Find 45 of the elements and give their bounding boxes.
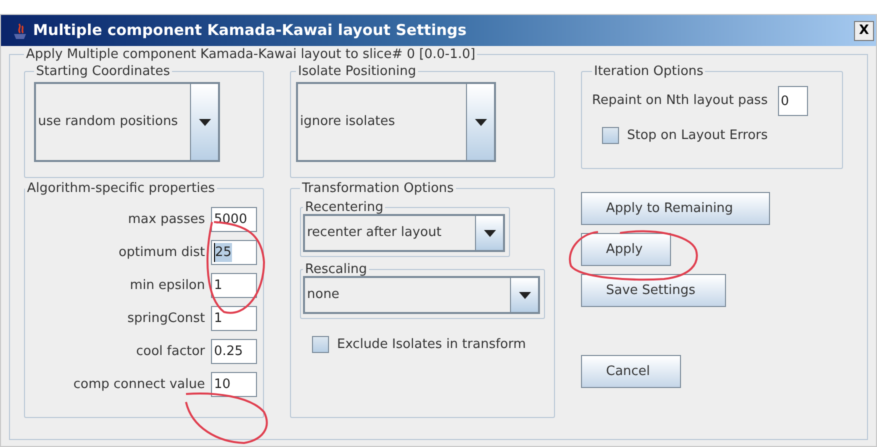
dropdown-arrow-icon (518, 292, 530, 298)
isolate-positioning-dropdown[interactable]: ignore isolates (296, 82, 496, 162)
field-value: 25 (214, 242, 232, 262)
starting-coordinates-dropdown[interactable]: use random positions (34, 82, 220, 162)
dialog-button[interactable]: Cancel (581, 355, 681, 388)
recentering-dropdown[interactable]: recenter after layout (303, 214, 505, 252)
field-label: max passes (128, 210, 205, 229)
field-label: min epsilon (130, 276, 205, 295)
checkbox[interactable] (602, 127, 619, 144)
group-title: Transformation Options (301, 182, 455, 195)
field-label: comp connect value (73, 376, 205, 394)
dropdown-arrow-icon (474, 118, 486, 126)
field-value: 1 (214, 310, 222, 328)
window-title: Multiple component Kamada-Kawai layout Settings (33, 20, 468, 42)
app-icon (11, 22, 29, 40)
dropdown-arrow-icon (198, 118, 210, 126)
rescaling-dropdown[interactable]: none (303, 276, 540, 314)
text-field[interactable]: 0.25 (211, 339, 257, 364)
text-field[interactable]: 10 (211, 372, 257, 397)
field-value: 0.25 (214, 342, 243, 361)
close-button[interactable]: X (854, 20, 874, 40)
field-label: cool factor (136, 342, 205, 361)
field-label: optimum dist (118, 244, 205, 262)
field-label: springConst (127, 310, 205, 328)
group-title: Recentering (304, 201, 384, 214)
dialog-button[interactable]: Apply to Remaining (581, 192, 770, 225)
dialog-button[interactable]: Apply (581, 233, 671, 266)
text-field[interactable]: 1 (211, 273, 257, 298)
checkbox-label: Exclude Isolates in transform (337, 336, 526, 354)
group-title: Algorithm-specific properties (26, 182, 216, 195)
text-field[interactable]: 25 (211, 240, 257, 265)
group-title: Rescaling (304, 263, 368, 276)
checkbox[interactable] (312, 336, 329, 354)
group-title: Iteration Options (593, 65, 704, 78)
group-title: Starting Coordinates (35, 65, 172, 78)
field-value: 1 (214, 276, 222, 295)
text-field[interactable]: 1 (211, 306, 257, 331)
dropdown-arrow-icon (484, 230, 496, 236)
checkbox-label: Stop on Layout Errors (627, 127, 768, 145)
field-value: 10 (214, 376, 231, 394)
group-title: Isolate Positioning (297, 65, 418, 78)
dialog-button[interactable]: Save Settings (581, 274, 726, 307)
panel-title: Apply Multiple component Kamada-Kawai layout to slice# 0 [0.0-1.0] (25, 48, 476, 61)
repaint-field[interactable]: 0 (778, 86, 808, 116)
field-label: Repaint on Nth layout pass (592, 92, 768, 110)
